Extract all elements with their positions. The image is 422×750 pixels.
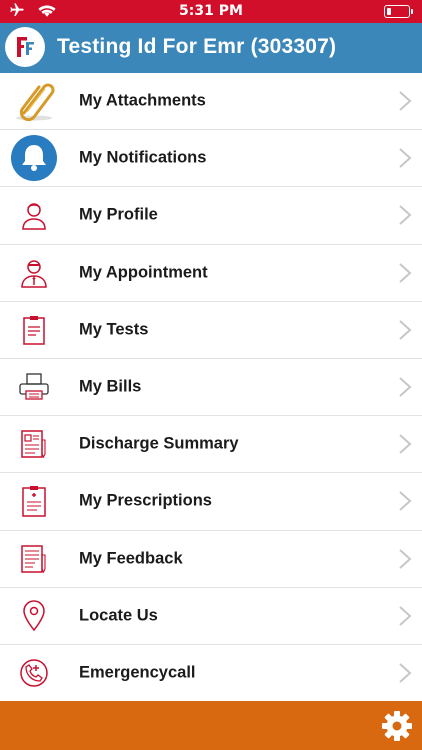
menu-item-label: My Profile [79,205,158,224]
menu-item-discharge-summary[interactable]: Discharge Summary [0,416,422,474]
hospital-logo [5,27,45,67]
emergency-call-icon [10,649,58,697]
menu-item-feedback[interactable]: My Feedback [0,531,422,588]
prescription-icon [10,477,58,525]
status-time: 5:31 PM [179,3,243,19]
menu-item-tests[interactable]: My Tests [0,302,422,359]
user-icon [10,191,58,239]
chevron-right-icon [399,434,412,454]
report-icon [10,420,58,468]
menu-item-label: My Notifications [79,148,207,167]
chevron-right-icon [399,320,412,340]
printer-icon [10,363,58,411]
menu-item-emergency-call[interactable]: Emergencycall [0,645,422,702]
menu-item-label: My Tests [79,320,149,339]
chevron-right-icon [399,205,412,226]
menu-item-label: My Appointment [79,263,208,282]
footer-bar [0,701,422,750]
chevron-right-icon [399,606,412,626]
menu-item-label: Emergencycall [79,663,196,682]
menu-item-label: My Feedback [79,549,183,568]
logo-icon [17,37,34,57]
menu-item-appointment[interactable]: My Appointment [0,245,422,302]
chevron-right-icon [399,491,412,512]
menu-item-bills[interactable]: My Bills [0,359,422,417]
gear-icon[interactable] [381,710,413,742]
clipboard-icon [10,306,58,354]
doctor-icon [10,249,58,297]
menu-item-label: My Attachments [79,91,206,110]
menu-item-attachments[interactable]: My Attachments [0,73,422,131]
menu-item-locate-us[interactable]: Locate Us [0,588,422,645]
menu-item-label: My Bills [79,377,142,396]
menu-item-label: Discharge Summary [79,434,239,453]
menu-item-prescriptions[interactable]: My Prescriptions [0,473,422,531]
chevron-right-icon [399,663,412,684]
battery-icon [384,5,413,18]
status-bar: 5:31 PM [0,0,422,23]
location-pin-icon [10,592,58,640]
chevron-right-icon [399,262,412,283]
paperclip-icon [10,77,58,125]
app-header: Testing Id For Emr (303307) [0,23,422,73]
feedback-form-icon [10,535,58,583]
chevron-right-icon [399,91,412,111]
menu-item-label: My Prescriptions [79,491,212,510]
chevron-right-icon [399,148,412,169]
page-title: Testing Id For Emr (303307) [57,35,337,58]
chevron-right-icon [399,377,412,397]
bell-icon [10,134,58,182]
menu-item-profile[interactable]: My Profile [0,187,422,245]
menu-item-label: Locate Us [79,606,158,625]
menu-item-notifications[interactable]: My Notifications [0,130,422,188]
menu-list: My Attachments My Notifications My Profi… [0,73,422,701]
chevron-right-icon [399,548,412,569]
